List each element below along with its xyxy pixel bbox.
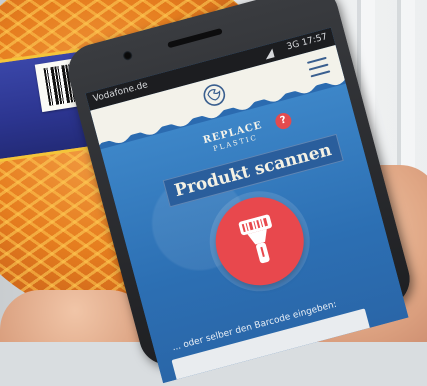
signal-icon — [263, 48, 275, 60]
hamburger-menu-icon[interactable] — [306, 56, 331, 78]
front-camera — [122, 50, 134, 62]
help-badge[interactable]: ? — [273, 111, 294, 131]
scan-button[interactable] — [205, 187, 314, 296]
barcode-scanner-icon — [238, 214, 272, 264]
recycle-globe-icon[interactable] — [200, 80, 229, 109]
phone-speaker — [167, 27, 223, 49]
page-title: Produkt scannen — [162, 133, 344, 208]
